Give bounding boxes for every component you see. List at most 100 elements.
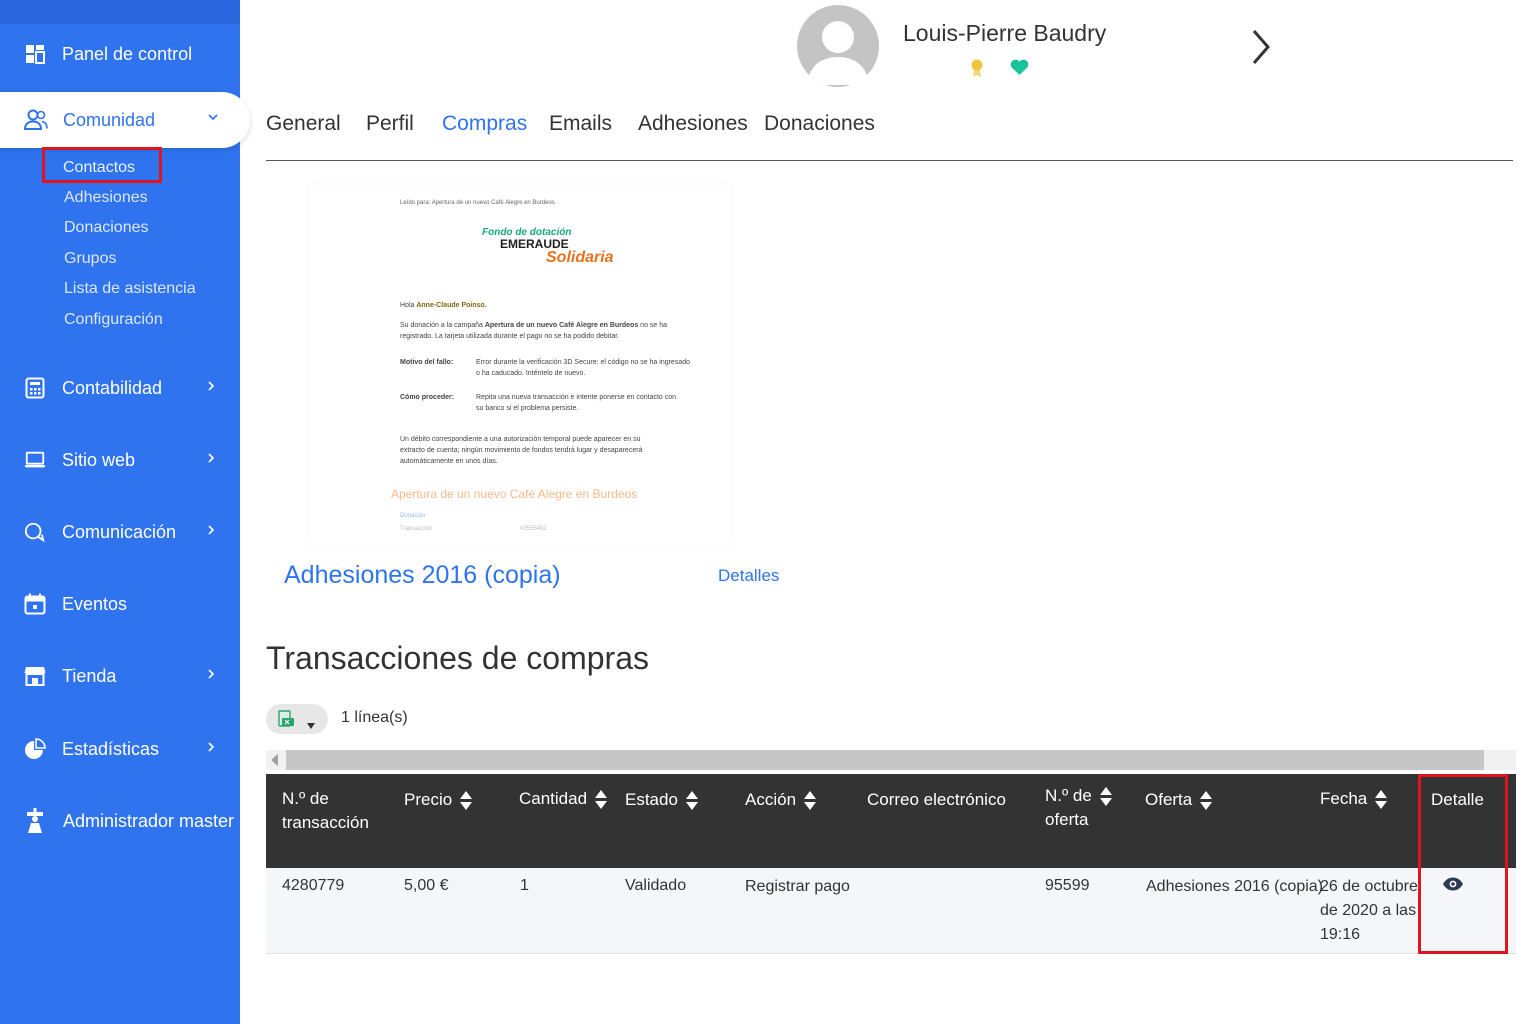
col-email: Correo electrónico <box>867 788 1006 812</box>
p3-line-1: Un débito correspondiente a una autoriza… <box>400 436 641 443</box>
greeting-prefix: Hola <box>400 302 417 309</box>
col-date[interactable]: Fecha <box>1320 787 1388 811</box>
col-offer[interactable]: Oferta <box>1145 788 1213 812</box>
table-header: N.º de transacción Precio Cantidad Estad… <box>266 774 1516 868</box>
greeting-name: Anne-Claude Poinso. <box>416 302 487 309</box>
col-action[interactable]: Acción <box>745 788 817 812</box>
col-quantity[interactable]: Cantidad <box>519 787 608 811</box>
sidebar-sub-item-configuracion[interactable]: Configuración <box>64 311 163 329</box>
sort-icon[interactable] <box>804 790 817 811</box>
date-line: de 2020 a las <box>1320 902 1417 919</box>
details-link[interactable]: Detalles <box>718 566 779 586</box>
sidebar-item-label: Comunidad <box>63 110 156 130</box>
sidebar-item-comunicacion[interactable]: Comunicación <box>0 512 240 552</box>
how-line-2: su banco si el problema persiste. <box>476 405 579 412</box>
user-name: Louis-Pierre Baudry <box>903 20 1107 46</box>
sidebar-item-contabilidad[interactable]: Contabilidad <box>0 368 240 408</box>
sidebar-item-label: Panel de control <box>62 43 193 64</box>
chevron-right-icon <box>206 379 216 397</box>
sidebar-item-comunidad[interactable]: Comunidad <box>0 92 250 148</box>
date-line: 19:16 <box>1320 926 1361 943</box>
col-offer-number[interactable]: N.º de oferta <box>1045 784 1112 832</box>
sidebar-item-label: Estadísticas <box>62 738 160 759</box>
p1-c: no se ha <box>638 322 668 329</box>
community-icon <box>23 109 48 136</box>
horizontal-scrollbar[interactable] <box>266 750 1516 770</box>
sidebar: Panel de control Comunidad Contactos Adh… <box>0 0 250 1024</box>
sort-icon[interactable] <box>1099 786 1112 807</box>
col-label: oferta <box>1045 810 1089 829</box>
cell-offer: Adhesiones 2016 (copia) <box>1146 878 1324 895</box>
calendar-icon <box>24 593 46 615</box>
reason-line-2: o ha caducado. Inténtelo de nuevo. <box>476 370 586 377</box>
p1-b: Apertura de un nuevo Café Alegre en Burd… <box>484 322 639 329</box>
scroll-left-icon[interactable] <box>271 754 278 766</box>
tab-compras[interactable]: Compras <box>442 112 527 136</box>
chevron-right-icon <box>206 740 216 758</box>
p1-a: Su donación a la campaña <box>400 322 485 329</box>
sort-icon[interactable] <box>685 790 698 811</box>
col-label: Fecha <box>1320 789 1368 808</box>
col-status[interactable]: Estado <box>625 788 698 812</box>
chevron-right-icon[interactable] <box>1250 28 1272 71</box>
sidebar-sub-item-grupos[interactable]: Grupos <box>64 250 116 268</box>
logo-line-3: Solidaria <box>546 249 614 266</box>
sidebar-item-tienda[interactable]: Tienda <box>0 656 240 696</box>
reason-label: Motivo del fallo: <box>400 359 454 366</box>
heart-icon <box>1010 59 1029 81</box>
tab-perfil[interactable]: Perfil <box>366 112 414 136</box>
sidebar-item-label: Comunicación <box>62 521 177 542</box>
sidebar-item-administrador-master[interactable]: Administrador master <box>0 801 240 841</box>
sort-icon[interactable] <box>460 790 473 811</box>
medal-icon <box>970 58 984 83</box>
col-label: Precio <box>404 790 453 809</box>
preview-transaction-id: #2555492 <box>520 526 547 532</box>
chevron-right-icon <box>206 451 216 469</box>
preview-campaign: Apertura de un nuevo Café Alegre en Burd… <box>391 487 638 501</box>
table-row: 4280779 5,00 € 1 Validado Registrar pago… <box>266 868 1516 954</box>
dashboard-icon <box>24 43 46 65</box>
cell-status: Validado <box>625 877 687 894</box>
preview-transaction-label: Transacción <box>400 526 433 532</box>
pie-chart-icon <box>24 738 46 760</box>
export-button[interactable] <box>266 704 328 734</box>
sidebar-item-label: Eventos <box>62 593 128 614</box>
sidebar-item-label: Contabilidad <box>62 377 163 398</box>
sidebar-sub-item-donaciones[interactable]: Donaciones <box>64 219 149 237</box>
sidebar-sub-item-lista-de-asistencia[interactable]: Lista de asistencia <box>64 280 196 298</box>
col-price[interactable]: Precio <box>404 788 473 812</box>
calculator-icon <box>24 377 46 399</box>
sidebar-item-eventos[interactable]: Eventos <box>0 584 240 624</box>
tab-donaciones[interactable]: Donaciones <box>764 112 875 136</box>
tab-emails[interactable]: Emails <box>549 112 612 136</box>
email-preview: Leído para: Apertura de un nuevo Café Al… <box>310 185 730 545</box>
col-label: Estado <box>625 790 678 809</box>
p3-line-3: automáticamente en unos días. <box>400 458 498 465</box>
scrollbar-thumb[interactable] <box>286 750 1484 770</box>
tab-adhesiones[interactable]: Adhesiones <box>638 112 748 136</box>
chevron-right-icon <box>206 667 216 685</box>
sidebar-item-estadisticas[interactable]: Estadísticas <box>0 729 240 769</box>
sidebar-item-sitio-web[interactable]: Sitio web <box>0 440 240 480</box>
sidebar-item-panel-de-control[interactable]: Panel de control <box>0 34 240 74</box>
how-label: Cómo proceder: <box>400 394 455 401</box>
sidebar-item-label: Sitio web <box>62 449 136 470</box>
col-transaction-number[interactable]: N.º de transacción <box>282 787 369 835</box>
sort-icon[interactable] <box>1375 789 1388 810</box>
offer-title[interactable]: Adhesiones 2016 (copia) <box>284 561 561 590</box>
p3-line-2: extracto de cuenta; ningún movimiento de… <box>400 447 643 454</box>
preview-read-for: Leído para: Apertura de un nuevo Café Al… <box>400 200 555 206</box>
reason-line-1: Error durante la verificación 3D Secure:… <box>476 359 691 366</box>
tab-general[interactable]: General <box>266 112 341 136</box>
highlight-box-detail <box>1418 774 1508 954</box>
sidebar-sub-item-adhesiones[interactable]: Adhesiones <box>64 189 148 207</box>
sort-icon[interactable] <box>595 789 608 810</box>
col-label: Oferta <box>1145 790 1193 809</box>
sort-icon[interactable] <box>1200 790 1213 811</box>
excel-export-icon <box>277 710 295 733</box>
p1-d: registrado. La tarjeta utilizada durante… <box>400 333 620 340</box>
preview-greeting: Hola Anne-Claude Poinso. <box>400 300 487 311</box>
chevron-down-icon <box>207 109 219 125</box>
cell-offer-number: 95599 <box>1045 877 1090 894</box>
highlight-box-contactos <box>42 147 162 183</box>
